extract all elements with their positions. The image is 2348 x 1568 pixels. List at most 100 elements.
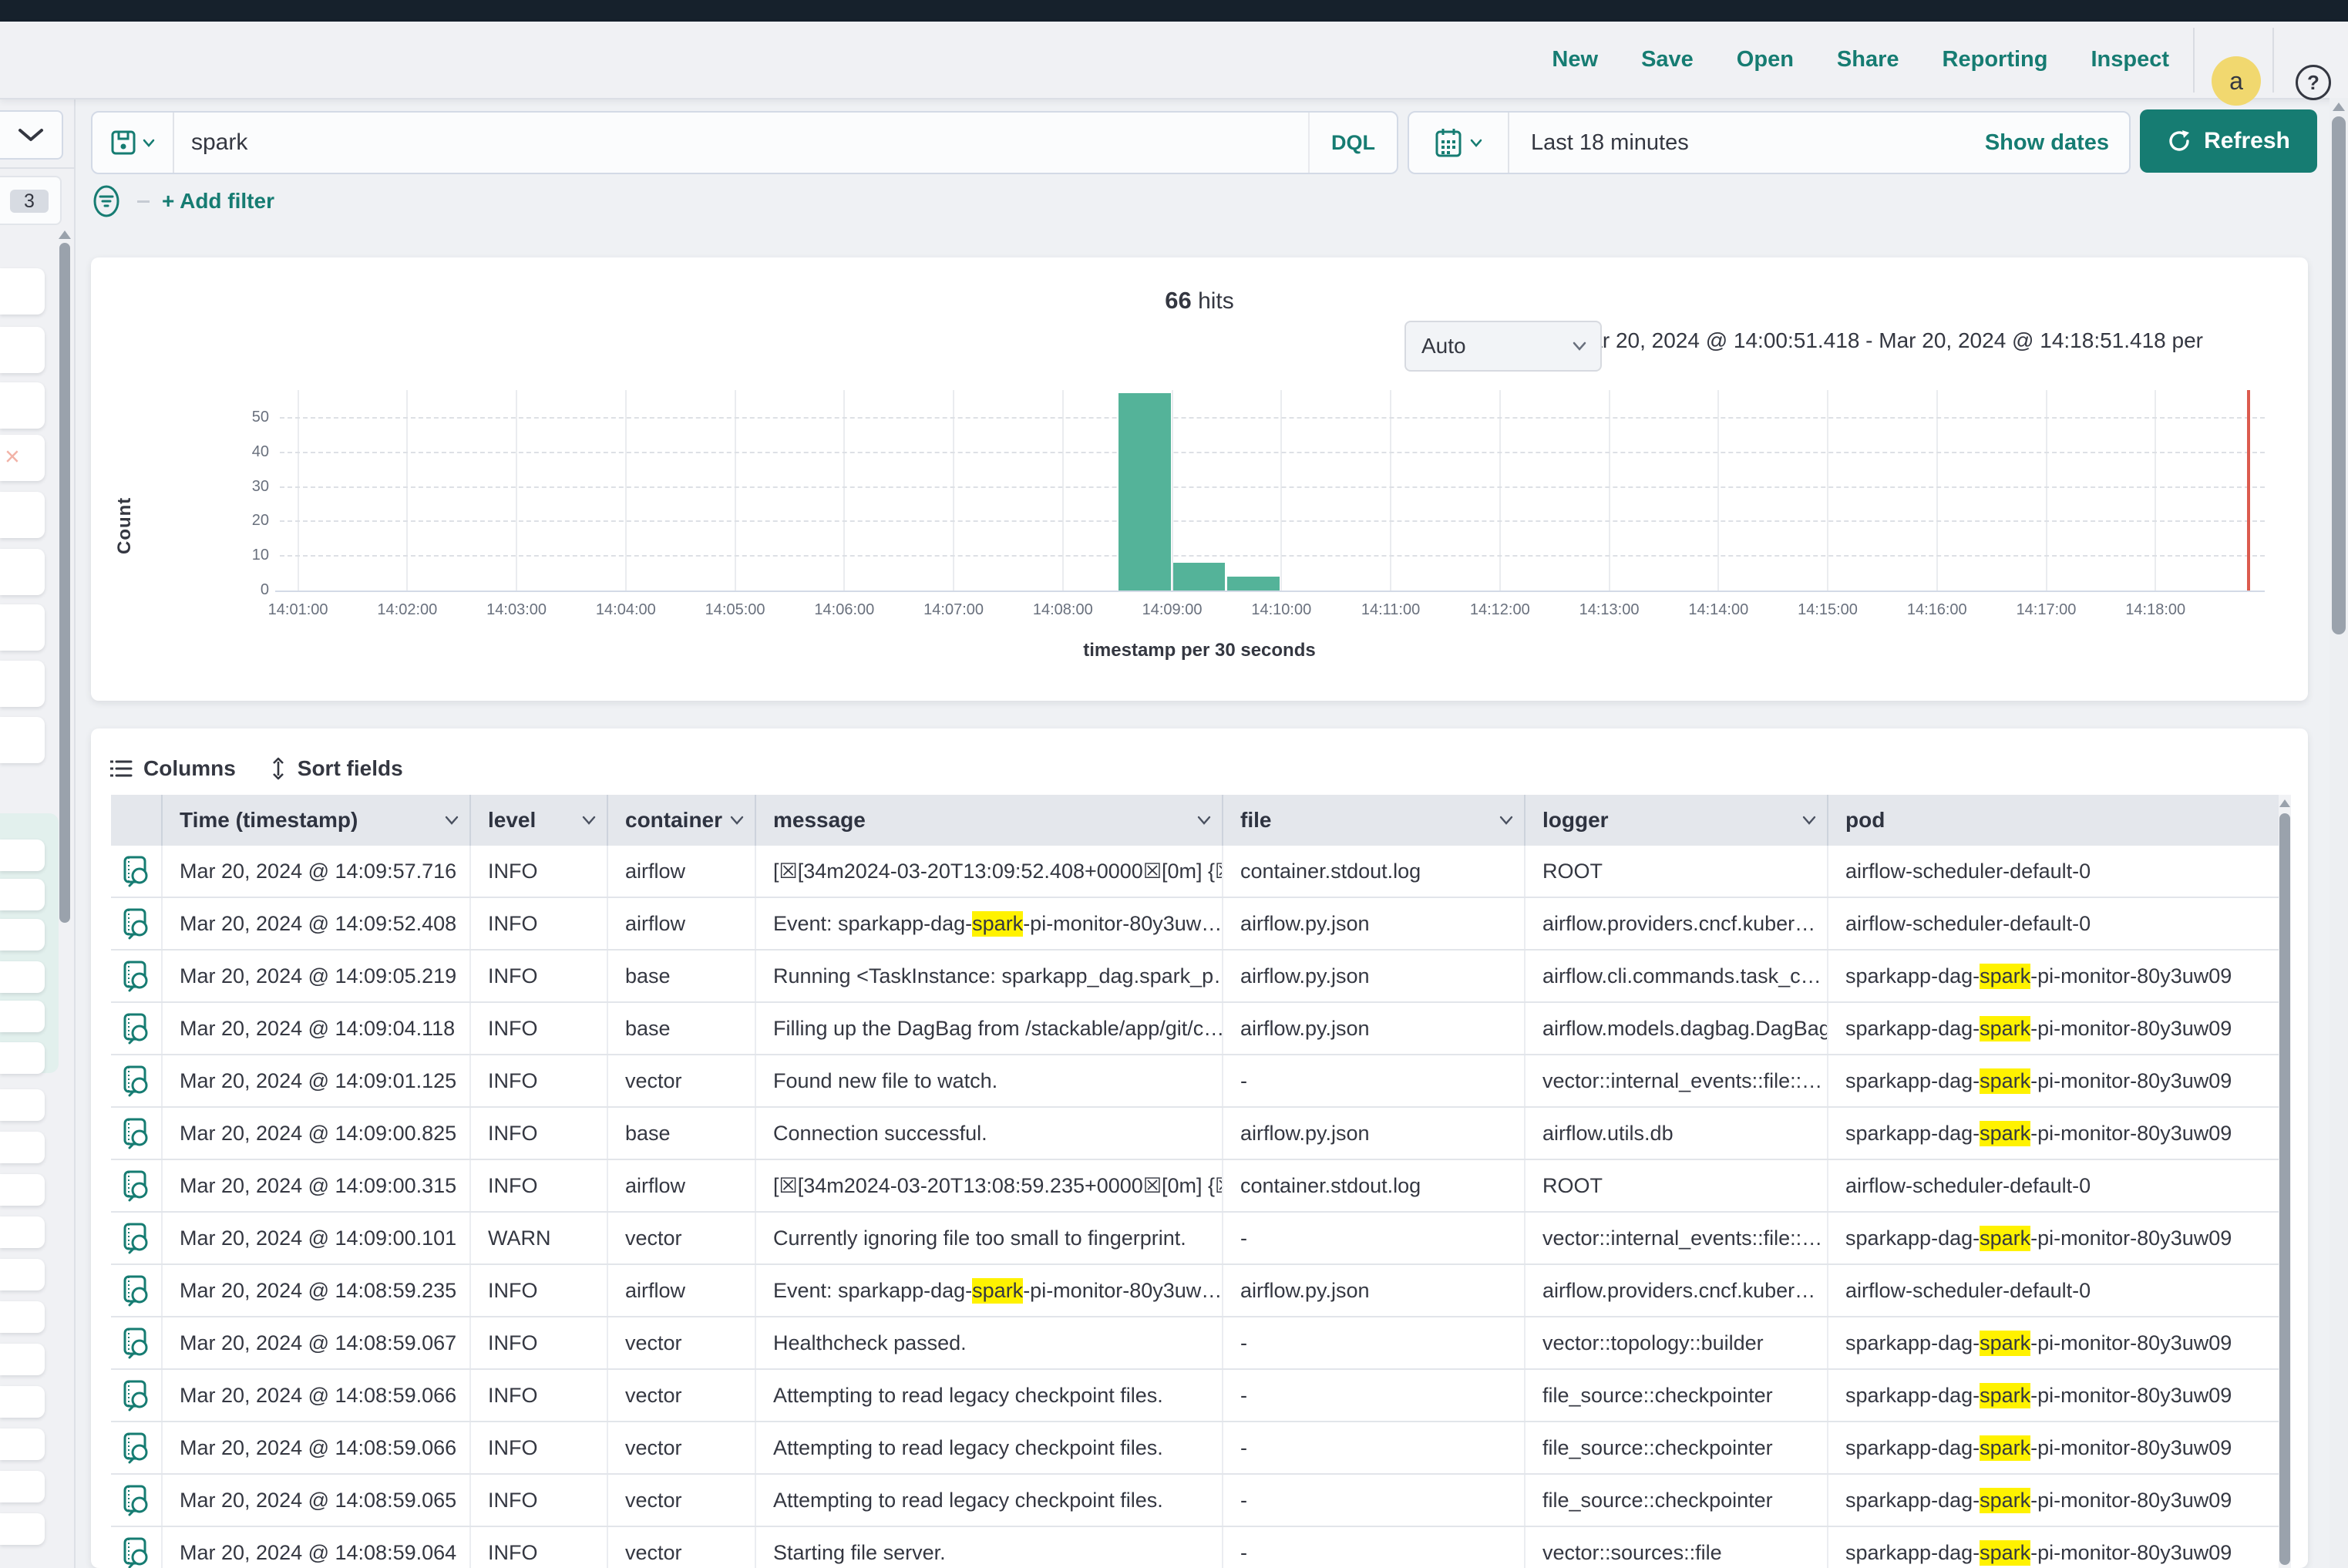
column-header-level[interactable]: level [471, 795, 608, 846]
field-item-card[interactable] [0, 382, 45, 429]
field-item-card[interactable] [0, 1216, 45, 1248]
field-item-card[interactable] [0, 604, 45, 651]
add-filter-button[interactable]: + Add filter [162, 189, 274, 214]
columns-button[interactable]: Columns [109, 756, 236, 781]
field-item-card[interactable] [0, 1428, 45, 1460]
table-scrollbar[interactable] [2279, 795, 2291, 1568]
cell-pod: sparkapp-dag-spark-pi-monitor-80y3uw09 [1828, 1475, 2291, 1526]
scroll-up-arrow[interactable] [2279, 799, 2290, 807]
field-item-card[interactable] [0, 1513, 45, 1545]
nav-link-share[interactable]: Share [1837, 47, 1899, 72]
avatar[interactable]: a [2212, 56, 2261, 106]
inspect-document-button[interactable] [111, 1422, 163, 1473]
inspect-document-button[interactable] [111, 1370, 163, 1421]
column-header-time[interactable]: Time (timestamp) [163, 795, 471, 846]
selected-field-card[interactable] [0, 879, 45, 910]
field-item-card[interactable]: × [0, 435, 45, 481]
table-scrollbar-thumb[interactable] [2279, 813, 2290, 1565]
field-item-card[interactable] [0, 1386, 45, 1418]
page-scrollbar[interactable] [2329, 98, 2348, 1568]
field-item-card[interactable] [0, 1344, 45, 1375]
refresh-button[interactable]: Refresh [2140, 109, 2317, 173]
cell-time: Mar 20, 2024 @ 14:09:04.118 [163, 1003, 471, 1054]
field-item-card[interactable] [0, 327, 45, 373]
column-header-container[interactable]: container [608, 795, 756, 846]
sidebar-scrollbar[interactable] [59, 243, 70, 923]
show-dates-button[interactable]: Show dates [1985, 113, 2129, 173]
search-query-input[interactable] [174, 113, 1308, 173]
cell-pod: sparkapp-dag-spark-pi-monitor-80y3uw09 [1828, 1422, 2291, 1473]
saved-queries-button[interactable] [93, 113, 174, 173]
table-toolbar: Columns Sort fields [109, 747, 403, 790]
cell-container: base [608, 1003, 756, 1054]
nav-link-inspect[interactable]: Inspect [2091, 47, 2169, 72]
field-item-card[interactable] [0, 1301, 45, 1333]
query-language-button[interactable]: DQL [1308, 113, 1397, 173]
date-quick-select-button[interactable] [1409, 113, 1509, 173]
chevron-down-icon[interactable] [1802, 816, 1816, 825]
sidebar-scroll-up-arrow[interactable] [59, 230, 71, 239]
filter-icon[interactable] [91, 183, 125, 220]
histogram-bar[interactable] [1227, 577, 1280, 591]
field-item-card[interactable] [0, 661, 45, 707]
chevron-down-icon[interactable] [730, 816, 744, 825]
inspect-document-button[interactable] [111, 1055, 163, 1106]
column-header-logger[interactable]: logger [1526, 795, 1828, 846]
selected-field-card[interactable] [0, 961, 45, 993]
column-header-file[interactable]: file [1223, 795, 1526, 846]
highlighted-term: spark [1980, 1331, 2030, 1356]
inspect-document-button[interactable] [111, 1108, 163, 1159]
inspect-document-button[interactable] [111, 898, 163, 949]
field-item-card[interactable] [0, 1132, 45, 1163]
nav-link-new[interactable]: New [1552, 47, 1598, 72]
field-item-card[interactable] [0, 717, 45, 763]
inspect-document-button[interactable] [111, 951, 163, 1001]
nav-link-open[interactable]: Open [1737, 47, 1794, 72]
selected-field-card[interactable] [0, 919, 45, 951]
inspect-document-button[interactable] [111, 1265, 163, 1316]
close-icon[interactable]: × [5, 444, 20, 470]
field-item-card[interactable] [0, 1089, 45, 1121]
inspect-document-button[interactable] [111, 1213, 163, 1263]
field-item-card[interactable] [0, 549, 45, 595]
page-scrollbar-thumb[interactable] [2332, 116, 2346, 634]
field-item-card[interactable] [0, 1174, 45, 1206]
inspect-document-button[interactable] [111, 1527, 163, 1568]
selected-field-card[interactable] [0, 840, 45, 871]
chevron-down-icon[interactable] [582, 816, 596, 825]
inspect-document-button[interactable] [111, 1475, 163, 1526]
cell-message: Connection successful. [756, 1108, 1223, 1159]
inspect-document-button[interactable] [111, 1160, 163, 1211]
chevron-down-icon[interactable] [1499, 816, 1513, 825]
field-item-card[interactable] [0, 1471, 45, 1502]
inspect-document-button[interactable] [111, 1317, 163, 1368]
cell-level: INFO [471, 1527, 608, 1568]
field-item-card[interactable] [0, 492, 45, 538]
inspect-document-button[interactable] [111, 846, 163, 897]
selected-field-card[interactable] [0, 1001, 45, 1032]
date-picker-bar: Last 18 minutes Show dates [1408, 111, 2131, 174]
column-header-pod[interactable]: pod [1828, 795, 2291, 846]
selected-fields-card[interactable]: 3 [0, 176, 62, 225]
inspect-document-icon [122, 1484, 151, 1516]
column-header-message[interactable]: message [756, 795, 1223, 846]
field-item-card[interactable] [0, 1259, 45, 1290]
table-row: Mar 20, 2024 @ 14:09:04.118INFObaseFilli… [111, 1003, 2291, 1055]
y-tick-label: 20 [223, 512, 269, 530]
selected-field-card[interactable] [0, 1042, 45, 1074]
sidebar-toggle-button[interactable] [0, 110, 63, 160]
inspect-document-icon [122, 1012, 151, 1045]
inspect-document-button[interactable] [111, 1003, 163, 1054]
page-scroll-up-arrow[interactable] [2333, 103, 2345, 111]
sort-fields-button[interactable]: Sort fields [270, 756, 403, 781]
histogram-chart[interactable]: 14:01:0014:02:0014:03:0014:04:0014:05:00… [91, 257, 2308, 701]
chevron-down-icon[interactable] [1197, 816, 1211, 825]
time-range-value[interactable]: Last 18 minutes [1509, 113, 1985, 173]
field-item-card[interactable] [0, 268, 45, 315]
help-icon[interactable]: ? [2296, 65, 2331, 100]
nav-link-save[interactable]: Save [1641, 47, 1694, 72]
histogram-bar[interactable] [1118, 393, 1171, 591]
nav-link-reporting[interactable]: Reporting [1943, 47, 2048, 72]
chevron-down-icon[interactable] [445, 816, 459, 825]
histogram-bar[interactable] [1173, 563, 1226, 591]
